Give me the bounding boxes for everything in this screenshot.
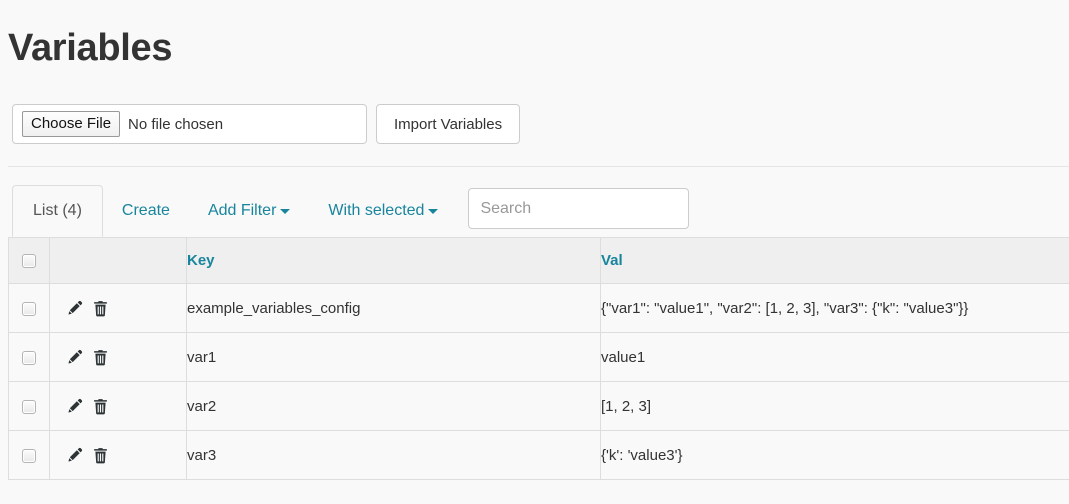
row-select-cell [9,333,50,382]
with-selected-menu[interactable]: With selected [309,185,457,237]
row-checkbox[interactable] [22,400,36,414]
import-variables-button[interactable]: Import Variables [376,104,520,144]
pencil-icon[interactable] [64,347,84,367]
chevron-down-icon [428,209,438,214]
row-actions-cell [50,382,187,431]
table-row: var3 {'k': 'value3'} [9,431,1069,480]
add-filter-menu[interactable]: Add Filter [189,185,309,237]
list-toolbar: List (4) Create Add Filter With selected [12,185,689,237]
variables-page: Variables Choose File No file chosen Imp… [0,0,1069,504]
cell-val: {"var1": "value1", "var2": [1, 2, 3], "v… [601,284,1069,333]
variables-table: Key Val [8,237,1069,480]
row-actions-cell [50,284,187,333]
pencil-icon[interactable] [64,396,84,416]
table-row: var1 value1 [9,333,1069,382]
cell-key: example_variables_config [187,284,601,333]
table-row: var2 [1, 2, 3] [9,382,1069,431]
row-checkbox[interactable] [22,351,36,365]
row-select-cell [9,284,50,333]
actions-header [50,238,187,284]
trash-icon[interactable] [90,298,110,318]
cell-key: var3 [187,431,601,480]
cell-val: value1 [601,333,1069,382]
choose-file-button[interactable]: Choose File [22,111,120,137]
pencil-icon[interactable] [64,298,84,318]
cell-val: {'k': 'value3'} [601,431,1069,480]
import-variables-form: Choose File No file chosen Import Variab… [12,104,520,144]
tab-list[interactable]: List (4) [12,185,103,237]
column-header-key[interactable]: Key [187,238,601,284]
row-checkbox[interactable] [22,302,36,316]
select-all-header [9,238,50,284]
table-header-row: Key Val [9,238,1069,284]
add-filter-label: Add Filter [208,202,276,220]
row-select-cell [9,382,50,431]
trash-icon[interactable] [90,445,110,465]
row-select-cell [9,431,50,480]
horizontal-divider [8,166,1069,167]
chevron-down-icon [280,209,290,214]
select-all-checkbox[interactable] [22,254,36,268]
trash-icon[interactable] [90,347,110,367]
column-header-val[interactable]: Val [601,238,1069,284]
table-head: Key Val [9,238,1069,284]
with-selected-label: With selected [328,202,424,220]
variables-table-wrapper: Key Val [8,237,1069,480]
file-input[interactable]: Choose File No file chosen [12,104,367,144]
table-body: example_variables_config {"var1": "value… [9,284,1069,480]
tab-create[interactable]: Create [103,185,189,237]
cell-val: [1, 2, 3] [601,382,1069,431]
cell-key: var1 [187,333,601,382]
cell-key: var2 [187,382,601,431]
table-row: example_variables_config {"var1": "value… [9,284,1069,333]
trash-icon[interactable] [90,396,110,416]
page-title: Variables [8,23,172,73]
pencil-icon[interactable] [64,445,84,465]
row-actions-cell [50,431,187,480]
search-input[interactable] [468,188,689,229]
file-status-label: No file chosen [128,116,223,133]
row-actions-cell [50,333,187,382]
search-wrapper [468,188,689,229]
row-checkbox[interactable] [22,449,36,463]
